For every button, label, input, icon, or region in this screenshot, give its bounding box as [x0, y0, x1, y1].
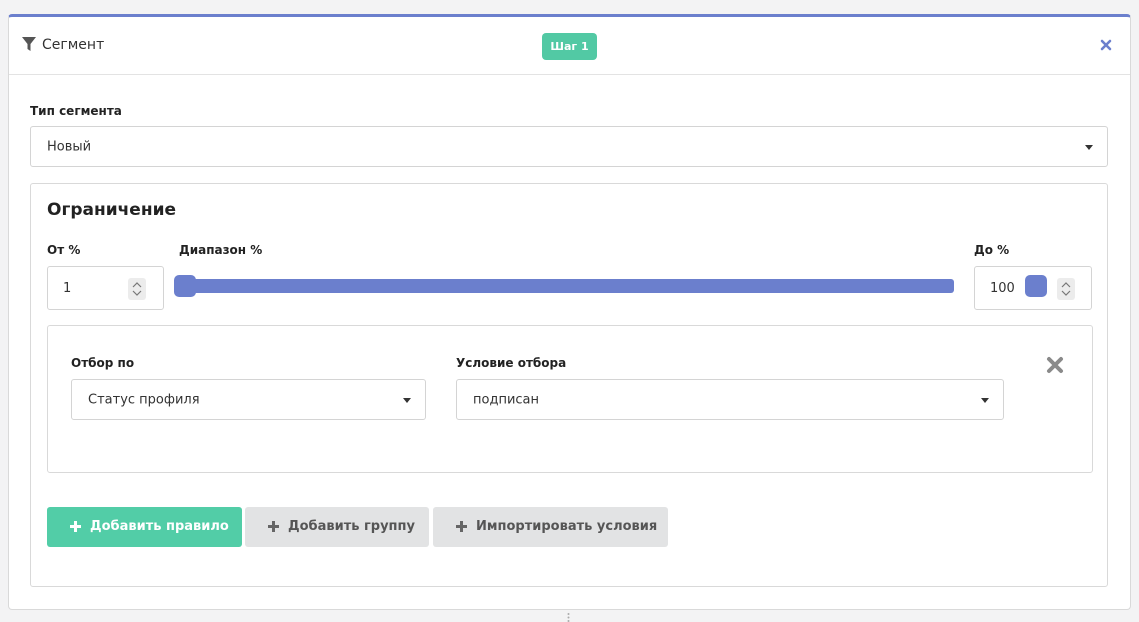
limit-section: Ограничение От % 1 Диапазон % До % 100 О…	[30, 183, 1108, 587]
add-group-label: Добавить группу	[288, 519, 415, 534]
to-input[interactable]: 100	[974, 266, 1092, 310]
to-spinner[interactable]	[1057, 278, 1075, 300]
spinner-arrows-icon	[1061, 282, 1071, 296]
chevron-down-icon	[1085, 144, 1093, 150]
range-min-handle[interactable]	[174, 275, 196, 297]
panel-title: Сегмент	[42, 37, 105, 53]
to-label: До %	[974, 243, 1010, 257]
add-group-button[interactable]: Добавить группу	[245, 507, 429, 547]
chevron-down-icon	[981, 397, 989, 403]
range-max-handle[interactable]	[1025, 275, 1047, 297]
add-rule-label: Добавить правило	[90, 519, 229, 534]
add-rule-button[interactable]: Добавить правило	[47, 507, 242, 547]
segment-type-label: Тип сегмента	[30, 104, 122, 118]
resize-handle-icon[interactable]	[567, 613, 570, 622]
chevron-down-icon	[403, 397, 411, 403]
step-badge: Шаг 1	[542, 33, 597, 60]
remove-icon[interactable]	[1046, 356, 1064, 374]
segment-panel: Сегмент Шаг 1 Тип сегмента Новый Огранич…	[8, 14, 1131, 610]
condition-value: подписан	[473, 392, 540, 407]
limit-title: Ограничение	[47, 200, 177, 220]
import-conditions-button[interactable]: Импортировать условия	[433, 507, 668, 547]
condition-label: Условие отбора	[456, 356, 567, 370]
from-spinner[interactable]	[128, 278, 146, 300]
plus-icon	[268, 521, 279, 532]
range-slider[interactable]	[174, 279, 954, 293]
range-label: Диапазон %	[179, 243, 263, 257]
plus-icon	[70, 521, 81, 532]
condition-select[interactable]: подписан	[456, 379, 1004, 420]
field-label: Отбор по	[71, 356, 135, 370]
field-select[interactable]: Статус профиля	[71, 379, 426, 420]
from-label: От %	[47, 243, 81, 257]
segment-type-value: Новый	[47, 139, 92, 154]
to-value: 100	[990, 281, 1015, 296]
close-icon[interactable]	[1100, 39, 1112, 51]
filter-icon	[22, 37, 36, 51]
from-value: 1	[63, 281, 72, 296]
spinner-arrows-icon	[132, 282, 142, 296]
from-input[interactable]: 1	[47, 266, 164, 310]
field-value: Статус профиля	[88, 392, 200, 407]
panel-header: Сегмент Шаг 1	[9, 17, 1130, 75]
segment-type-select[interactable]: Новый	[30, 126, 1108, 167]
rule-group: Отбор по Статус профиля Условие отбора п…	[47, 325, 1093, 473]
plus-icon	[456, 521, 467, 532]
import-conditions-label: Импортировать условия	[476, 519, 658, 534]
